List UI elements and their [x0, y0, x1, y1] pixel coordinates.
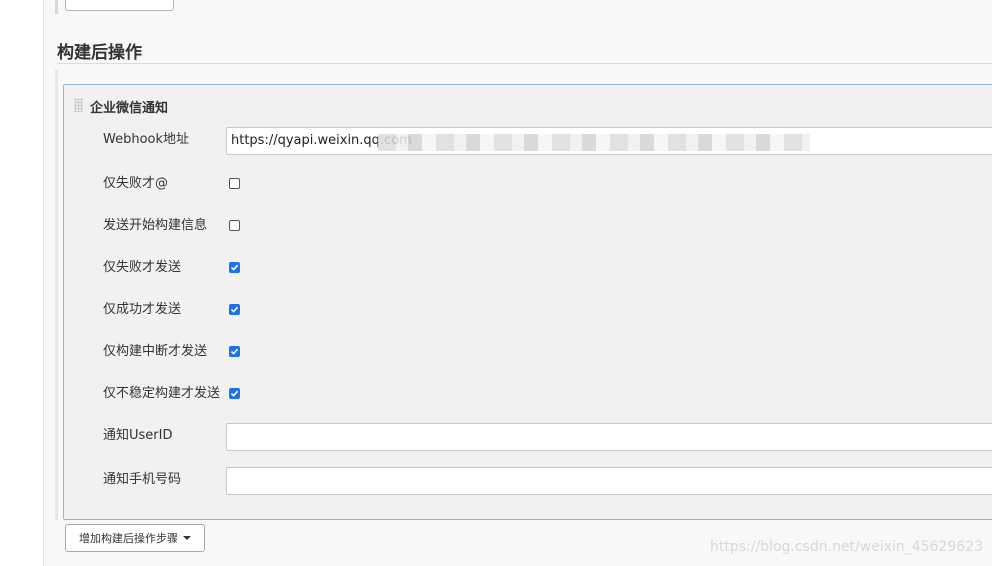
checkmark-icon [230, 264, 239, 271]
success-only-send-label: 仅成功才发送 [103, 302, 182, 317]
section-title: 构建后操作 [57, 43, 142, 63]
left-gutter [0, 0, 44, 566]
previous-section-button[interactable] [65, 0, 174, 11]
panel-title: 企业微信通知 [90, 101, 169, 116]
add-post-build-step-button[interactable]: 增加构建后操作步骤 [65, 524, 205, 552]
fail-only-mention-label: 仅失败才@ [103, 176, 169, 191]
checkmark-icon [230, 390, 239, 397]
phone-label: 通知手机号码 [103, 472, 182, 487]
success-only-send-checkbox[interactable] [229, 304, 240, 315]
phone-input[interactable] [226, 467, 992, 495]
abort-only-send-checkbox[interactable] [229, 346, 240, 357]
caret-down-icon [183, 536, 191, 540]
checkmark-icon [230, 306, 239, 313]
watermark: https://blog.csdn.net/weixin_45629623 [710, 539, 984, 555]
fail-only-send-label: 仅失败才发送 [103, 260, 182, 275]
unstable-only-send-label: 仅不稳定构建才发送 [103, 386, 221, 401]
abort-only-send-label: 仅构建中断才发送 [103, 344, 208, 359]
section-divider [57, 63, 992, 64]
add-post-build-step-label: 增加构建后操作步骤 [79, 532, 178, 545]
section-indicator-bar [55, 0, 58, 14]
send-start-build-checkbox[interactable] [229, 220, 240, 231]
drag-handle-icon[interactable] [74, 98, 83, 112]
fail-only-mention-checkbox[interactable] [229, 178, 240, 189]
unstable-only-send-checkbox[interactable] [229, 388, 240, 399]
send-start-build-label: 发送开始构建信息 [103, 218, 208, 233]
userid-label: 通知UserID [103, 428, 173, 443]
checkmark-icon [230, 348, 239, 355]
section-indicator-bar [55, 70, 58, 520]
fail-only-send-checkbox[interactable] [229, 262, 240, 273]
webhook-label: Webhook地址 [103, 132, 190, 147]
redacted-overlay [378, 134, 810, 151]
userid-input[interactable] [226, 423, 992, 451]
